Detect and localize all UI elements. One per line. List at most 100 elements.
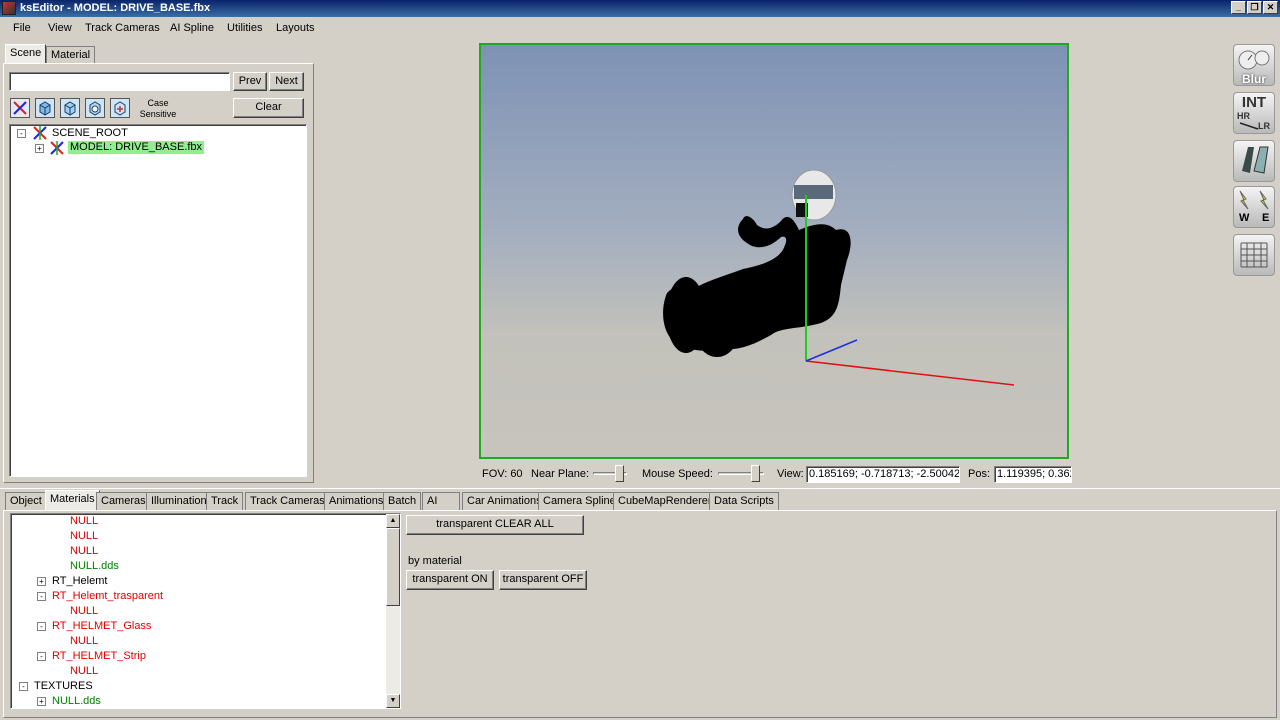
prev-button[interactable]: Prev	[233, 72, 267, 91]
tab-ai[interactable]: AI	[422, 492, 460, 510]
case-sensitive-toggle[interactable]: Case Sensitive	[138, 98, 178, 120]
transparent-off-button[interactable]: transparent OFF	[499, 570, 587, 590]
material-tree-item[interactable]: NULL	[70, 635, 98, 648]
scene-tree[interactable]: - SCENE_ROOT + MODEL: DRIVE_BASE.fbx	[9, 124, 307, 477]
material-tree-item[interactable]: TEXTURES	[34, 680, 93, 693]
material-tree-item[interactable]: NULL.dds	[70, 560, 119, 573]
tree-expander-icon[interactable]: -	[37, 652, 46, 661]
transparent-clear-all-button[interactable]: transparent CLEAR ALL	[406, 515, 584, 535]
gauge-icon	[1238, 50, 1270, 70]
scroll-up-icon[interactable]: ▲	[386, 514, 400, 528]
e-label: E	[1262, 212, 1270, 224]
texture-filter-icon[interactable]	[110, 98, 130, 118]
driver-model-render	[663, 169, 1015, 386]
menu-layouts[interactable]: Layouts	[276, 22, 315, 34]
by-material-label: by material	[408, 555, 462, 567]
fov-label: FOV: 60	[482, 468, 523, 480]
pos-value-field[interactable]: 1.119395; 0.3627	[994, 466, 1072, 483]
restore-button[interactable]: ❐	[1247, 1, 1262, 14]
tree-expander-icon[interactable]: +	[37, 697, 46, 706]
menu-file[interactable]: File	[13, 22, 31, 34]
wheel-effects-button[interactable]: W E	[1233, 186, 1275, 228]
window-title: ksEditor - MODEL: DRIVE_BASE.fbx	[20, 2, 211, 14]
next-button[interactable]: Next	[269, 72, 304, 91]
mesh-filter-icon[interactable]	[60, 98, 80, 118]
title-bar: ksEditor - MODEL: DRIVE_BASE.fbx _ ❐ ✕	[0, 0, 1280, 17]
material-tree-item[interactable]: NULL	[70, 530, 98, 543]
model-node-icon	[50, 141, 64, 155]
case-label: Case	[147, 98, 169, 108]
pos-label: Pos:	[968, 468, 991, 480]
tree-scrollbar[interactable]: ▲ ▼	[386, 514, 400, 708]
lod-arrow-icon	[1239, 122, 1259, 130]
bottom-separator	[0, 488, 1280, 489]
material-tree-item[interactable]: NULL	[70, 545, 98, 558]
clear-button[interactable]: Clear	[233, 98, 304, 118]
material-tree-item[interactable]: RT_Helemt	[52, 575, 107, 588]
scroll-down-icon[interactable]: ▼	[386, 694, 400, 708]
menu-view[interactable]: View	[48, 22, 72, 34]
tab-animations[interactable]: Animations	[324, 492, 389, 510]
w-label: W	[1239, 212, 1250, 224]
tree-expander-icon[interactable]: +	[37, 577, 46, 586]
tab-track-cameras[interactable]: Track Cameras	[245, 492, 330, 510]
tab-batch[interactable]: Batch	[383, 492, 422, 510]
interior-lod-button[interactable]: INT HR LR	[1233, 92, 1275, 134]
tree-expander-icon[interactable]: -	[37, 592, 46, 601]
tab-cameras[interactable]: Cameras	[96, 492, 151, 510]
tree-collapse-icon[interactable]: -	[17, 129, 26, 138]
mouse-speed-slider-thumb[interactable]	[751, 465, 760, 482]
blur-button[interactable]: Blur	[1233, 44, 1275, 86]
material-tree-item[interactable]: RT_Helemt_trasparent	[52, 590, 163, 603]
3d-viewport[interactable]	[479, 43, 1069, 459]
tree-expander-icon[interactable]: -	[37, 622, 46, 631]
material-tree-item[interactable]: NULL	[70, 665, 98, 678]
tab-object[interactable]: Object	[5, 492, 47, 510]
grid-button[interactable]	[1233, 234, 1275, 276]
tab-data-scripts[interactable]: Data Scripts	[709, 492, 779, 510]
tab-cubemaprenderer[interactable]: CubeMapRenderer	[613, 492, 717, 510]
root-node-icon	[33, 126, 47, 140]
tree-expand-icon[interactable]: +	[35, 144, 44, 153]
grid-icon	[1240, 242, 1268, 268]
material-tree-item[interactable]: RT_HELMET_Glass	[52, 620, 151, 633]
material-tree-item[interactable]: NULL	[70, 605, 98, 618]
menu-utilities[interactable]: Utilities	[227, 22, 262, 34]
material-tree-item[interactable]: NULL.dds	[52, 695, 101, 708]
cube-filter-icon[interactable]	[35, 98, 55, 118]
blur-label: Blur	[1242, 72, 1266, 86]
near-plane-label: Near Plane:	[531, 468, 590, 480]
material-filter-icon[interactable]	[85, 98, 105, 118]
materials-tree[interactable]: NULL NULL NULL NULL.dds + RT_Helemt - RT_Helemt…	[10, 513, 401, 709]
lightning-icon	[1239, 190, 1269, 210]
scrollbar-thumb[interactable]	[386, 528, 400, 606]
transparent-on-button[interactable]: transparent ON	[406, 570, 494, 590]
material-tree-item[interactable]: NULL	[70, 515, 98, 528]
view-label: View:	[777, 468, 804, 480]
tree-node-model[interactable]: MODEL: DRIVE_BASE.fbx	[68, 141, 205, 154]
near-plane-slider[interactable]	[593, 464, 627, 484]
tab-scene[interactable]: Scene	[5, 44, 47, 64]
mirror-icon	[1242, 146, 1269, 174]
mirror-button[interactable]	[1233, 140, 1275, 182]
tab-camera-spline[interactable]: Camera Spline	[538, 492, 621, 510]
tree-expander-icon[interactable]: -	[19, 682, 28, 691]
menu-ai-spline[interactable]: AI Spline	[170, 22, 214, 34]
material-tree-item[interactable]: RT_HELMET_Strip	[52, 650, 146, 663]
tab-materials[interactable]: Materials	[45, 490, 100, 510]
tab-car-animations[interactable]: Car Animations	[462, 492, 547, 510]
mouse-speed-slider[interactable]	[718, 464, 764, 484]
near-plane-slider-thumb[interactable]	[615, 465, 624, 482]
sensitive-label: Sensitive	[139, 109, 177, 119]
tab-material[interactable]: Material	[46, 46, 96, 64]
minimize-button[interactable]: _	[1231, 1, 1246, 14]
view-value-field[interactable]: 0.185169; -0.718713; -2.500423	[806, 466, 960, 483]
scene-search-input[interactable]	[9, 72, 230, 91]
tab-track[interactable]: Track	[206, 492, 244, 510]
app-icon	[2, 1, 16, 15]
close-button[interactable]: ✕	[1263, 1, 1278, 14]
tab-illumination[interactable]: Illumination	[146, 492, 212, 510]
tree-node-scene-root[interactable]: SCENE_ROOT	[52, 127, 128, 140]
menu-track-cameras[interactable]: Track Cameras	[85, 22, 160, 34]
axis-filter-icon[interactable]	[10, 98, 30, 118]
